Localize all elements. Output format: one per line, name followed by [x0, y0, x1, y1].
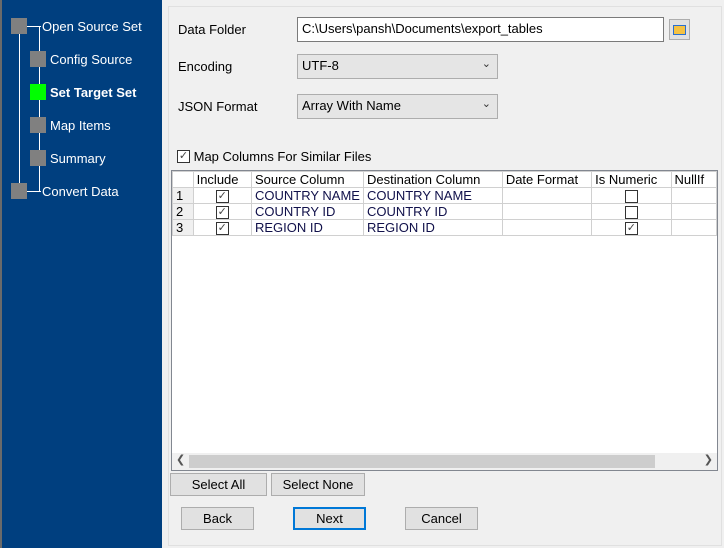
table-row[interactable]: 1 ✓ COUNTRY NAME COUNTRY NAME: [172, 187, 718, 204]
step-set-target-set[interactable]: Set Target Set: [50, 85, 136, 100]
is-numeric-cell[interactable]: ✓: [591, 219, 672, 236]
horizontal-scrollbar[interactable]: ❮ ❯: [172, 453, 717, 470]
source-column-cell[interactable]: COUNTRY ID: [250, 203, 364, 220]
checkbox-icon[interactable]: [624, 205, 638, 219]
checkbox-icon: ✓: [177, 150, 190, 164]
scrollbar-thumb[interactable]: [189, 455, 655, 468]
include-cell[interactable]: ✓: [192, 219, 252, 236]
row-header-corner: [172, 171, 194, 188]
step-summary[interactable]: Summary: [50, 151, 106, 166]
chevron-down-icon: ⌄: [481, 58, 491, 70]
map-columns-checkbox[interactable]: ✓ Map Columns For Similar Files: [177, 148, 371, 164]
column-header[interactable]: NullIf: [670, 171, 718, 188]
step-open-source-set[interactable]: Open Source Set: [42, 19, 142, 34]
back-button[interactable]: Back: [181, 507, 254, 530]
nullif-cell[interactable]: [670, 219, 718, 236]
json-format-select[interactable]: Array With Name ⌄: [297, 94, 498, 119]
wizard-sidebar: Open Source Set Config Source Set Target…: [0, 0, 162, 548]
step-square-icon: [30, 51, 46, 67]
step-convert-data[interactable]: Convert Data: [42, 184, 119, 199]
current-step-icon: [30, 84, 46, 100]
is-numeric-cell[interactable]: [591, 187, 672, 204]
column-mapping-grid: Include Source Column Destination Column…: [171, 170, 718, 471]
checkbox-icon[interactable]: ✓: [215, 221, 229, 235]
destination-column-cell[interactable]: REGION ID: [362, 219, 503, 236]
step-square-icon: [30, 117, 46, 133]
folder-icon: [673, 25, 686, 35]
checkbox-icon[interactable]: ✓: [215, 189, 229, 203]
is-numeric-cell[interactable]: [591, 203, 672, 220]
date-format-cell[interactable]: [501, 187, 593, 204]
chevron-down-icon: ⌄: [481, 98, 491, 110]
column-header[interactable]: Destination Column: [362, 171, 503, 188]
browse-folder-button[interactable]: [669, 19, 690, 40]
source-column-cell[interactable]: REGION ID: [250, 219, 364, 236]
date-format-cell[interactable]: [501, 219, 593, 236]
map-columns-label: Map Columns For Similar Files: [193, 149, 372, 165]
include-cell[interactable]: ✓: [192, 187, 252, 204]
row-number: 1: [172, 187, 194, 204]
checkbox-icon[interactable]: ✓: [624, 221, 638, 235]
select-all-button[interactable]: Select All: [170, 473, 267, 496]
step-map-items[interactable]: Map Items: [50, 118, 111, 133]
next-button[interactable]: Next: [293, 507, 366, 530]
row-number: 2: [172, 203, 194, 220]
encoding-value: UTF-8: [302, 58, 339, 73]
step-config-source[interactable]: Config Source: [50, 52, 132, 67]
step-square-icon: [30, 150, 46, 166]
checkbox-icon[interactable]: [624, 189, 638, 203]
table-row[interactable]: 3 ✓ REGION ID REGION ID ✓: [172, 219, 718, 236]
column-header[interactable]: Include: [192, 171, 252, 188]
column-header[interactable]: Date Format: [501, 171, 593, 188]
encoding-select[interactable]: UTF-8 ⌄: [297, 54, 498, 79]
row-number: 3: [172, 219, 194, 236]
cancel-button[interactable]: Cancel: [405, 507, 478, 530]
date-format-cell[interactable]: [501, 203, 593, 220]
json-format-label: JSON Format: [178, 99, 258, 114]
nullif-cell[interactable]: [670, 187, 718, 204]
step-square-icon: [11, 18, 27, 34]
source-column-cell[interactable]: COUNTRY NAME: [250, 187, 364, 204]
destination-column-cell[interactable]: COUNTRY ID: [362, 203, 503, 220]
step-square-icon: [11, 183, 27, 199]
json-format-value: Array With Name: [302, 98, 401, 113]
select-none-button[interactable]: Select None: [271, 473, 365, 496]
scroll-left-icon[interactable]: ❮: [176, 453, 185, 466]
grid-header-row: Include Source Column Destination Column…: [172, 171, 718, 188]
data-folder-input[interactable]: C:\Users\pansh\Documents\export_tables: [297, 17, 664, 42]
checkbox-icon[interactable]: ✓: [215, 205, 229, 219]
destination-column-cell[interactable]: COUNTRY NAME: [362, 187, 503, 204]
data-folder-label: Data Folder: [178, 22, 246, 37]
include-cell[interactable]: ✓: [192, 203, 252, 220]
encoding-label: Encoding: [178, 59, 233, 74]
column-header[interactable]: Is Numeric: [591, 171, 672, 188]
table-row[interactable]: 2 ✓ COUNTRY ID COUNTRY ID: [172, 203, 718, 220]
nullif-cell[interactable]: [670, 203, 718, 220]
column-header[interactable]: Source Column: [250, 171, 364, 188]
scroll-right-icon[interactable]: ❯: [704, 453, 713, 466]
